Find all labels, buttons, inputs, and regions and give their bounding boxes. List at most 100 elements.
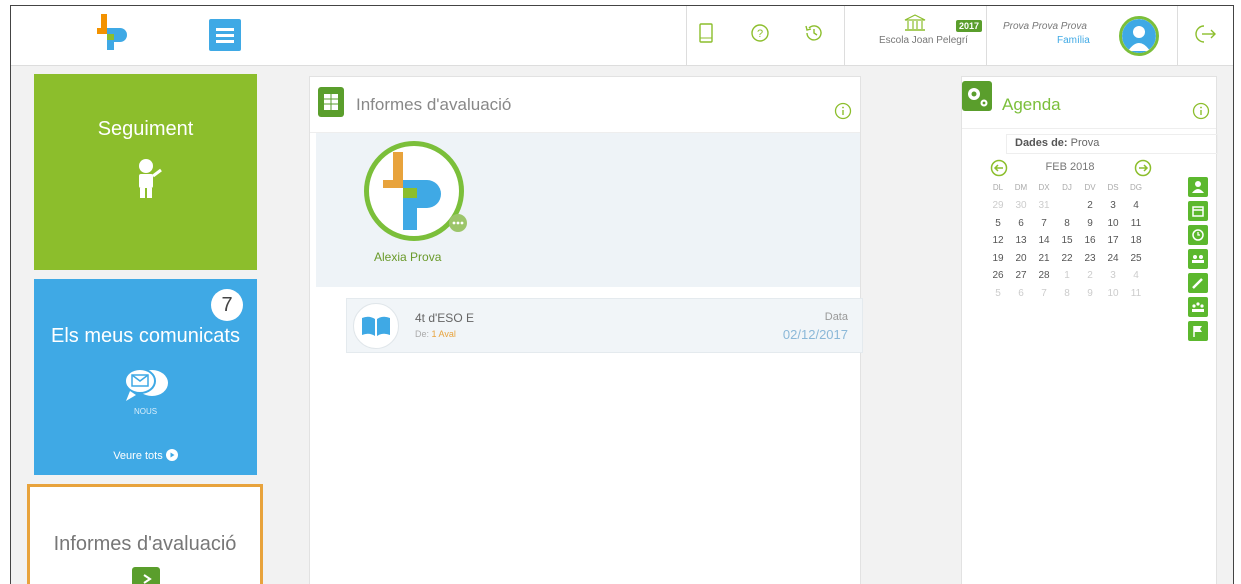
tile-title: Seguiment	[97, 118, 194, 140]
calendar-day[interactable]: 9	[1080, 285, 1100, 303]
calendar-day[interactable]: 18	[1126, 232, 1146, 250]
calendar-day[interactable]: 30	[1011, 197, 1031, 215]
calendar-day[interactable]: 13	[1011, 232, 1031, 250]
calendar-day[interactable]: 1	[1057, 267, 1077, 285]
calendar-day[interactable]: 3	[1103, 197, 1123, 215]
tile-title: Informes d'avaluació	[53, 533, 237, 555]
report-row[interactable]: 4t d'ESO E De: 1 Aval Data 02/12/2017	[346, 298, 863, 353]
prev-month-icon[interactable]	[990, 159, 1008, 177]
calendar-day[interactable]: 14	[1034, 232, 1054, 250]
divider	[986, 6, 987, 66]
tile-title: Els meus comunicats	[51, 325, 240, 347]
divider	[686, 6, 687, 66]
report-icon	[132, 567, 160, 584]
student-name[interactable]: Alexia Prova	[374, 250, 441, 264]
calendar-day[interactable]: 4	[1126, 197, 1146, 215]
calendar-day[interactable]: 3	[1103, 267, 1123, 285]
calendar-day[interactable]: 5	[988, 215, 1008, 233]
open-book-icon	[362, 316, 390, 336]
calendar-day[interactable]: 29	[988, 197, 1008, 215]
calendar-day[interactable]: 19	[988, 250, 1008, 268]
calendar-day[interactable]: 15	[1057, 232, 1077, 250]
school-building-icon	[904, 14, 926, 31]
calendar-day[interactable]: 24	[1103, 250, 1123, 268]
info-icon[interactable]	[834, 102, 852, 120]
calendar-day[interactable]: 27	[1011, 267, 1031, 285]
calendar-day[interactable]: 23	[1080, 250, 1100, 268]
calendar-day[interactable]: 11	[1126, 215, 1146, 233]
app-frame: ? Escola Joan Pelegrí 2017 Prova Prova P…	[10, 5, 1234, 584]
date-label: Data	[824, 311, 848, 323]
calendar-day[interactable]: 22	[1057, 250, 1077, 268]
calendar-day[interactable]: 16	[1080, 232, 1100, 250]
calendar-day[interactable]: 9	[1080, 215, 1100, 233]
hamburger-menu-button[interactable]	[209, 19, 241, 51]
clock-icon	[1192, 229, 1204, 241]
logout-icon[interactable]	[1191, 23, 1217, 45]
calendar-day[interactable]: 12	[988, 232, 1008, 250]
person-icon	[1192, 181, 1204, 193]
calendar-day[interactable]: 20	[1011, 250, 1031, 268]
chat-bubbles-icon	[124, 368, 168, 401]
calendar-day[interactable]: 26	[988, 267, 1008, 285]
clock-filter-button[interactable]	[1188, 225, 1208, 245]
calendar-day[interactable]: 10	[1103, 215, 1123, 233]
year-badge[interactable]: 2017	[956, 20, 983, 32]
stats-filter-button[interactable]	[1188, 297, 1208, 317]
person-filter-button[interactable]	[1188, 177, 1208, 197]
app-logo[interactable]	[95, 14, 129, 54]
pencil-icon	[1192, 278, 1203, 289]
seguiment-tile[interactable]: Seguiment	[34, 74, 257, 270]
user-silhouette-icon	[1122, 19, 1156, 53]
weekday-label: DG	[1130, 183, 1142, 192]
see-all-label: Veure tots	[113, 450, 163, 462]
user-avatar[interactable]	[1119, 16, 1159, 56]
calendar-day[interactable]: 10	[1103, 285, 1123, 303]
calendar-day[interactable]: 17	[1103, 232, 1123, 250]
calendar-day[interactable]: 8	[1057, 285, 1077, 303]
calendar-day[interactable]: 31	[1034, 197, 1054, 215]
history-icon[interactable]	[803, 22, 825, 44]
calendar-day[interactable]: 2	[1080, 267, 1100, 285]
dades-label: Dades de:	[1015, 137, 1068, 149]
calendar-day[interactable]: 11	[1126, 285, 1146, 303]
next-month-icon[interactable]	[1134, 159, 1152, 177]
panel-title: Informes d'avaluació	[356, 95, 512, 114]
weekday-label: DL	[992, 183, 1004, 192]
book-badge	[353, 303, 399, 349]
more-options-icon[interactable]	[448, 213, 468, 233]
svg-text:?: ?	[757, 28, 763, 40]
calendar-day[interactable]: 21	[1034, 250, 1054, 268]
calendar-day[interactable]: 4	[1126, 267, 1146, 285]
group-filter-button[interactable]	[1188, 249, 1208, 269]
flag-filter-button[interactable]	[1188, 321, 1208, 341]
informes-tile[interactable]: Informes d'avaluació	[27, 484, 263, 584]
help-icon[interactable]: ?	[749, 22, 771, 44]
calendar-day[interactable]: 6	[1011, 215, 1031, 233]
calendar-day[interactable]: 28	[1034, 267, 1054, 285]
student-selector: Alexia Prova	[316, 133, 860, 287]
comunicats-tile[interactable]: 7 Els meus comunicats NOUS Veure tots	[34, 279, 257, 475]
informes-panel: Informes d'avaluació Alexia Prova 4t d'E…	[309, 76, 863, 584]
spreadsheet-icon	[318, 87, 344, 117]
calendar-day[interactable]: 6	[1011, 285, 1031, 303]
tablet-icon[interactable]	[695, 22, 717, 44]
edit-filter-button[interactable]	[1188, 273, 1208, 293]
agenda-data-selector[interactable]: Dades de: Prova	[1006, 134, 1218, 154]
calendar-day[interactable]: 25	[1126, 250, 1146, 268]
report-date: 02/12/2017	[782, 327, 848, 342]
calendar-day[interactable]: 5	[988, 285, 1008, 303]
calendar-filter-button[interactable]	[1188, 201, 1208, 221]
calendar-day[interactable]: 7	[1034, 285, 1054, 303]
user-role: Família	[1057, 35, 1090, 46]
calendar-day-today[interactable]: 1	[1057, 197, 1077, 215]
school-logo-icon	[383, 152, 441, 230]
weekday-label: DM	[1014, 183, 1028, 192]
info-icon[interactable]	[1192, 102, 1210, 120]
calendar-day[interactable]: 2	[1080, 197, 1100, 215]
calendar-day[interactable]: 7	[1034, 215, 1054, 233]
settings-gears-icon	[962, 81, 992, 111]
user-name: Prova Prova Prova	[1003, 21, 1087, 32]
calendar-day[interactable]: 8	[1057, 215, 1077, 233]
see-all-link[interactable]: Veure tots	[34, 449, 257, 462]
